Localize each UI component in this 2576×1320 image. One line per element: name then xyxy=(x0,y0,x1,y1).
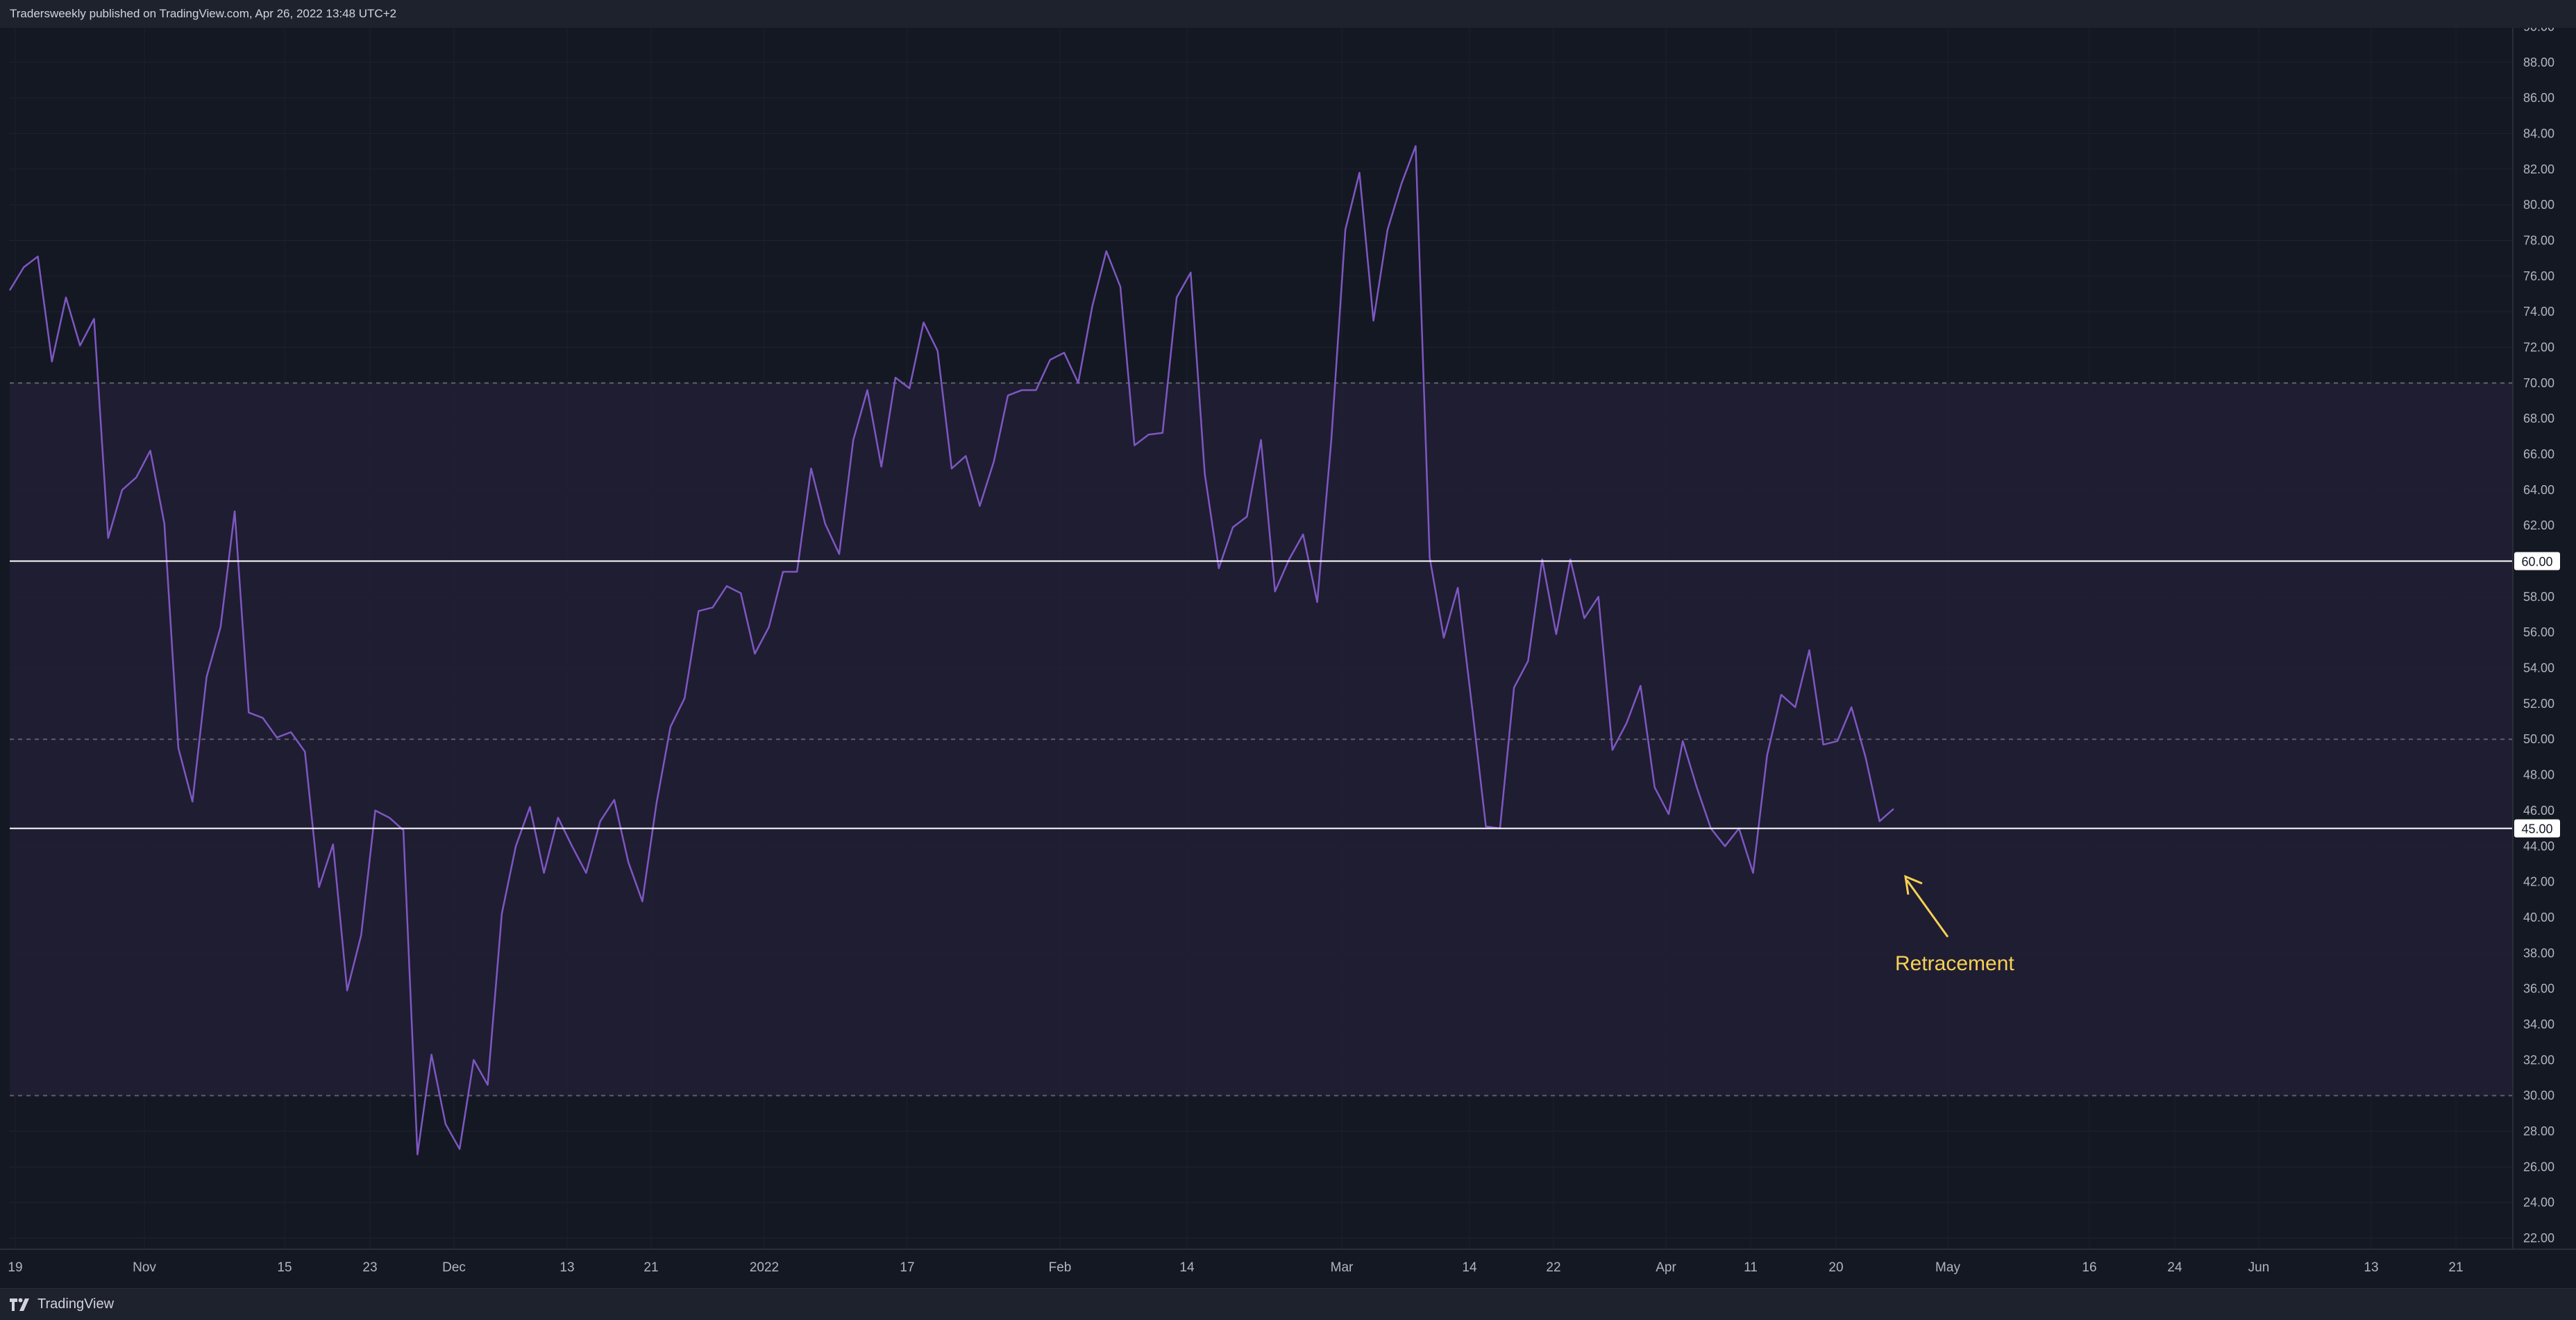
price-tick-label: 84.00 xyxy=(2523,126,2554,140)
price-tick-label: 72.00 xyxy=(2523,341,2554,355)
time-tick-label: 17 xyxy=(900,1260,914,1275)
price-tick-label: 24.00 xyxy=(2523,1196,2554,1210)
time-tick-label: Jun xyxy=(2248,1260,2270,1275)
price-tick-label: 28.00 xyxy=(2523,1124,2554,1138)
tradingview-brand[interactable]: TradingView xyxy=(10,1296,114,1312)
price-tick-label: 38.00 xyxy=(2523,946,2554,960)
time-tick-label: Feb xyxy=(1049,1260,1072,1275)
time-tick-label: 21 xyxy=(643,1260,658,1275)
time-tick-label: 23 xyxy=(362,1260,377,1275)
price-tick-label: 90.00 xyxy=(2523,28,2554,33)
price-tick-label: 78.00 xyxy=(2523,233,2554,247)
time-tick-label: 13 xyxy=(559,1260,574,1275)
time-tick-label: 14 xyxy=(1179,1260,1195,1275)
tradingview-logo-icon xyxy=(10,1298,29,1311)
time-tick-label: 21 xyxy=(2448,1260,2463,1275)
time-axis[interactable]: 19 Nov 15 23 Dec 13 21 2022 17 Feb 14 Mar 14 22 Apr 11 2… xyxy=(0,1249,2576,1275)
time-tick-label: May xyxy=(1935,1260,1960,1275)
annotation-label: Retracement xyxy=(1895,952,2014,975)
price-tick-label: 74.00 xyxy=(2523,305,2554,319)
time-tick-label: 16 xyxy=(2082,1260,2096,1275)
price-axis[interactable]: 22.00 24.00 26.00 28.00 30.00 32.00 34.00 36.00… xyxy=(2523,28,2554,1245)
price-tick-label: 36.00 xyxy=(2523,982,2554,996)
time-tick-label: 20 xyxy=(1828,1260,1843,1275)
time-tick-label: 24 xyxy=(2167,1260,2182,1275)
time-tick-label: 13 xyxy=(2364,1260,2378,1275)
price-tick-label: 58.00 xyxy=(2523,590,2554,604)
time-tick-label: 14 xyxy=(1462,1260,1477,1275)
price-tick-label: 88.00 xyxy=(2523,56,2554,69)
price-tick-label: 46.00 xyxy=(2523,804,2554,818)
price-tick-label: 44.00 xyxy=(2523,839,2554,853)
time-tick-label: 2022 xyxy=(750,1260,779,1275)
price-tick-label: 86.00 xyxy=(2523,91,2554,105)
price-tick-label: 26.00 xyxy=(2523,1160,2554,1174)
price-tick-label: 68.00 xyxy=(2523,412,2554,425)
time-tick-label: 22 xyxy=(1546,1260,1560,1275)
chart-area[interactable]: Retracement 22.00 24.00 26.00 28.00 30.00 32.… xyxy=(0,28,2576,1288)
time-tick-label: Apr xyxy=(1656,1260,1676,1275)
price-tick-label: 70.00 xyxy=(2523,376,2554,390)
price-tick-label: 64.00 xyxy=(2523,483,2554,497)
time-tick-label: 15 xyxy=(277,1260,292,1275)
brand-label: TradingView xyxy=(37,1296,115,1312)
price-tick-label: 80.00 xyxy=(2523,198,2554,212)
price-tick-label: 42.00 xyxy=(2523,875,2554,889)
price-tick-label: 34.00 xyxy=(2523,1017,2554,1031)
price-tick-label: 48.00 xyxy=(2523,768,2554,782)
rsi-chart[interactable]: Retracement 22.00 24.00 26.00 28.00 30.00 32.… xyxy=(0,28,2576,1288)
price-tick-label: 66.00 xyxy=(2523,448,2554,462)
price-badge-label: 60.00 xyxy=(2521,555,2552,569)
footer-bar: TradingView xyxy=(0,1288,2576,1320)
publish-header: Tradersweekly published on TradingView.c… xyxy=(0,0,2576,28)
price-tick-label: 22.00 xyxy=(2523,1231,2554,1245)
publisher-info: Tradersweekly published on TradingView.c… xyxy=(10,7,397,20)
price-tick-label: 54.00 xyxy=(2523,661,2554,675)
time-tick-label: 19 xyxy=(8,1260,22,1275)
time-tick-label: Nov xyxy=(133,1260,156,1275)
price-tick-label: 30.00 xyxy=(2523,1089,2554,1103)
price-tick-label: 32.00 xyxy=(2523,1053,2554,1067)
price-tick-label: 62.00 xyxy=(2523,518,2554,532)
time-tick-label: Dec xyxy=(442,1260,466,1275)
price-tick-label: 56.00 xyxy=(2523,625,2554,639)
price-tick-label: 50.00 xyxy=(2523,732,2554,746)
price-tick-label: 52.00 xyxy=(2523,697,2554,711)
price-tick-label: 82.00 xyxy=(2523,162,2554,176)
price-tick-label: 76.00 xyxy=(2523,269,2554,283)
time-tick-label: Mar xyxy=(1331,1260,1354,1275)
price-tick-label: 40.00 xyxy=(2523,911,2554,924)
time-tick-label: 11 xyxy=(1744,1260,1758,1275)
price-badge-label: 45.00 xyxy=(2521,822,2552,836)
